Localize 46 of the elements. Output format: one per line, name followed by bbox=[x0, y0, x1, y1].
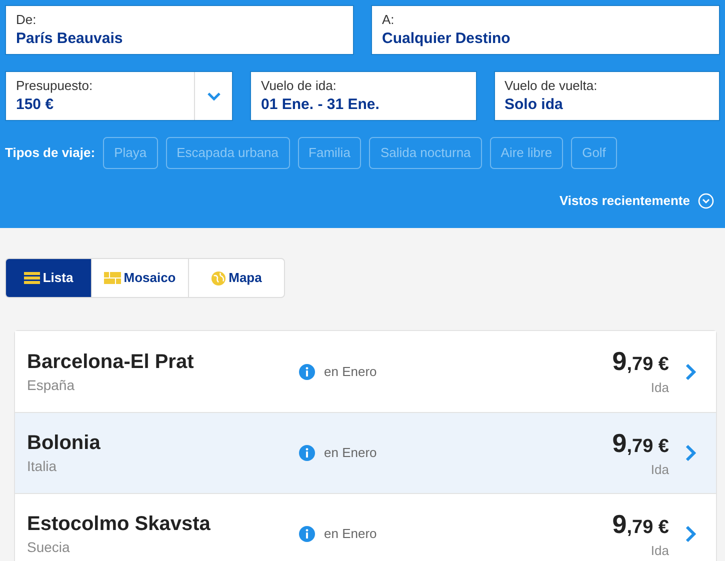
info-icon[interactable] bbox=[299, 364, 315, 380]
list-icon bbox=[24, 272, 40, 284]
field-value: Solo ida bbox=[504, 95, 564, 115]
search-field[interactable]: De: París Beauvais bbox=[5, 5, 354, 55]
chevron-right-icon[interactable] bbox=[685, 525, 696, 543]
destination-city: Estocolmo Skavsta bbox=[27, 512, 212, 537]
fare-type: Ida bbox=[650, 380, 669, 396]
fare-type: Ida bbox=[650, 462, 669, 478]
globe-icon bbox=[210, 270, 226, 286]
view-tab[interactable]: Mosaico bbox=[91, 259, 188, 297]
price: 9,79 € bbox=[612, 347, 669, 378]
search-field[interactable]: Vuelo de vuelta: Solo ida bbox=[494, 71, 720, 121]
price: 9,79 € bbox=[612, 428, 669, 460]
field-label: Vuelo de vuelta: bbox=[504, 77, 598, 95]
travel-period: en Enero bbox=[324, 444, 377, 462]
tiles-icon bbox=[104, 272, 121, 284]
field-label: A: bbox=[382, 11, 396, 29]
field-value: 01 Ene. - 31 Ene. bbox=[261, 95, 380, 115]
fare-type: Ida bbox=[650, 542, 669, 558]
chevron-circle-icon[interactable] bbox=[698, 192, 714, 209]
field-value: Cualquier Destino bbox=[382, 29, 512, 49]
price: 9,79 € bbox=[612, 510, 669, 540]
destination-country: Italia bbox=[27, 457, 58, 476]
field-value: París Beauvais bbox=[16, 29, 124, 49]
view-tab[interactable]: Mapa bbox=[188, 259, 284, 297]
info-icon[interactable] bbox=[299, 526, 315, 542]
destination-country: Suecia bbox=[27, 538, 71, 557]
travel-period: en Enero bbox=[324, 525, 377, 544]
destination-country: España bbox=[27, 376, 76, 394]
trip-types-label: Tipos de viaje: bbox=[5, 144, 96, 162]
search-field[interactable]: Presupuesto: 150 € bbox=[5, 71, 233, 121]
travel-period: en Enero bbox=[324, 362, 377, 381]
destination-city: Barcelona-El Prat bbox=[27, 350, 195, 374]
search-field[interactable]: A: Cualquier Destino bbox=[371, 5, 720, 55]
destination-row[interactable]: Bolonia Italia en Enero 9,79 € Ida bbox=[15, 412, 716, 493]
search-field[interactable]: Vuelo de ida: 01 Ene. - 31 Ene. bbox=[250, 71, 476, 121]
field-label: Presupuesto: bbox=[16, 77, 94, 95]
info-icon[interactable] bbox=[299, 445, 315, 461]
field-label: De: bbox=[16, 11, 38, 29]
field-value: 150 € bbox=[16, 95, 55, 115]
chevron-down-icon[interactable] bbox=[206, 92, 220, 100]
chevron-right-icon[interactable] bbox=[685, 444, 696, 462]
view-tab[interactable]: Lista bbox=[6, 259, 91, 297]
destination-city: Bolonia bbox=[27, 431, 102, 456]
chevron-right-icon[interactable] bbox=[685, 362, 696, 380]
field-label: Vuelo de ida: bbox=[261, 77, 338, 95]
